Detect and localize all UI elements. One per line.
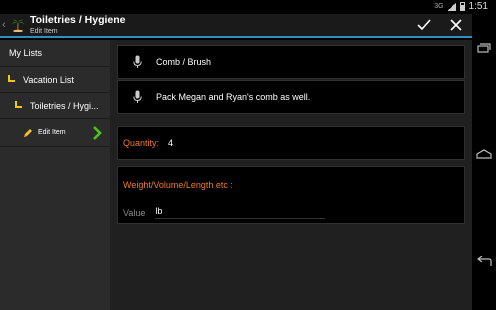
- recent-apps-icon: [477, 43, 491, 53]
- palm-tree-icon[interactable]: [11, 18, 25, 33]
- item-note-field[interactable]: Pack Megan and Ryan's comb as well.: [117, 80, 465, 114]
- item-name-field[interactable]: Comb / Brush: [117, 45, 465, 79]
- sidebar-item-label: Toiletries / Hygi...: [30, 100, 99, 111]
- home-icon: [476, 149, 492, 159]
- status-indicators: 3G 1:51: [434, 1, 488, 12]
- measure-section: Weight/Volume/Length etc : Value lb: [117, 166, 465, 224]
- folder-icon: [8, 74, 15, 82]
- cancel-button[interactable]: [440, 13, 472, 37]
- measure-title: Weight/Volume/Length etc :: [123, 180, 233, 190]
- sidebar-item-my-lists[interactable]: My Lists: [0, 40, 110, 67]
- sidebar-item-label: Vacation List: [23, 74, 74, 85]
- battery-icon: [459, 2, 465, 11]
- home-button[interactable]: [474, 144, 494, 164]
- status-bar: 3G 1:51: [0, 0, 496, 14]
- item-note-value: Pack Megan and Ryan's comb as well.: [156, 92, 311, 102]
- item-name-value: Comb / Brush: [156, 57, 212, 67]
- microphone-icon[interactable]: [118, 55, 156, 69]
- measure-value-row: Value lb: [123, 206, 326, 219]
- sidebar-item-edit-item[interactable]: Edit Item: [0, 119, 110, 147]
- sidebar-item-vacation-list[interactable]: Vacation List: [0, 67, 110, 93]
- value-label: Value: [123, 207, 146, 218]
- sidebar-item-label: Edit Item: [38, 129, 66, 136]
- microphone-icon[interactable]: [118, 90, 156, 104]
- sidebar-item-toiletries[interactable]: Toiletries / Hygi...: [0, 93, 110, 119]
- save-button[interactable]: [408, 13, 440, 37]
- network-type: 3G: [434, 3, 444, 10]
- action-buttons: [408, 13, 472, 37]
- folder-icon: [15, 100, 22, 108]
- back-button[interactable]: [474, 252, 494, 272]
- edit-item-form: Comb / Brush Pack Megan and Ryan's comb …: [110, 40, 472, 310]
- quantity-field[interactable]: Quantity: 4: [117, 126, 465, 160]
- pencil-icon: [23, 128, 33, 138]
- signal-icon: [447, 2, 456, 11]
- checkmark-icon: [417, 19, 431, 31]
- close-icon: [450, 19, 462, 31]
- sidebar: My Lists Vacation List Toiletries / Hygi…: [0, 40, 110, 310]
- quantity-label: Quantity:: [123, 138, 160, 148]
- title-group: Toiletries / Hygiene Edit Item: [30, 15, 126, 35]
- quantity-value[interactable]: 4: [168, 138, 173, 148]
- back-icon: [477, 256, 492, 266]
- page-subtitle: Edit Item: [30, 27, 58, 35]
- back-chevron-icon[interactable]: ‹: [2, 19, 10, 31]
- action-bar: ‹ Toiletries / Hygiene Edit Item: [0, 14, 472, 38]
- clock: 1:51: [468, 1, 488, 12]
- recent-apps-button[interactable]: [474, 38, 494, 58]
- sidebar-item-label: My Lists: [9, 48, 43, 58]
- value-input[interactable]: lb: [155, 206, 326, 219]
- page-title: Toiletries / Hygiene: [30, 14, 126, 27]
- navigation-bar: [472, 14, 496, 310]
- chevron-right-icon: [92, 126, 102, 140]
